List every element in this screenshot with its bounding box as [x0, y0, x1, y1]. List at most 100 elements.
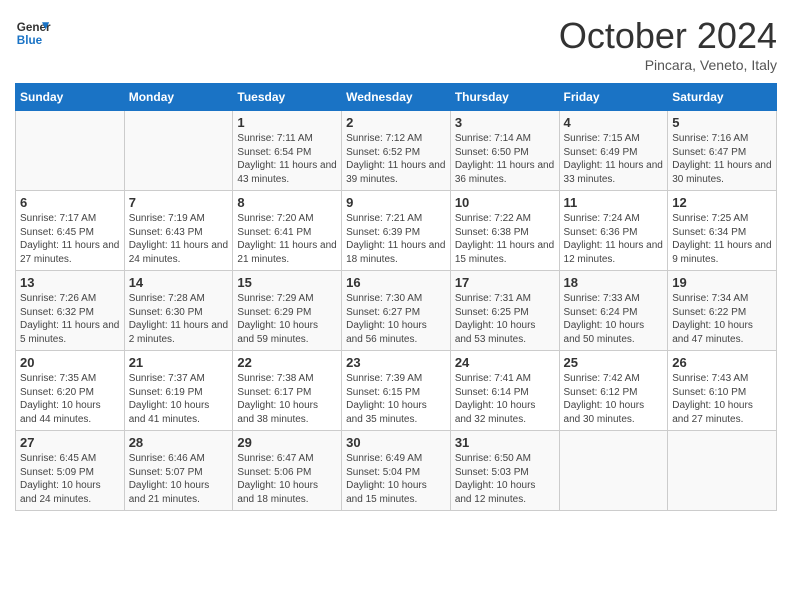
calendar-cell: 14Sunrise: 7:28 AM Sunset: 6:30 PM Dayli… — [124, 271, 233, 351]
calendar-week-5: 27Sunrise: 6:45 AM Sunset: 5:09 PM Dayli… — [16, 431, 777, 511]
column-header-friday: Friday — [559, 84, 668, 111]
day-content: Sunrise: 7:15 AM Sunset: 6:49 PM Dayligh… — [564, 132, 664, 186]
column-header-sunday: Sunday — [16, 84, 125, 111]
calendar-cell: 4Sunrise: 7:15 AM Sunset: 6:49 PM Daylig… — [559, 111, 668, 191]
day-content: Sunrise: 6:50 AM Sunset: 5:03 PM Dayligh… — [455, 452, 555, 506]
calendar-cell: 28 Sunrise: 6:46 AM Sunset: 5:07 PM Dayli… — [124, 431, 233, 511]
day-number: 3 — [455, 115, 555, 130]
day-content: Sunrise: 7:30 AM Sunset: 6:27 PM Dayligh… — [346, 292, 446, 346]
day-content: Sunrise: 7:21 AM Sunset: 6:39 PM Dayligh… — [346, 212, 446, 266]
day-number: 28 — [129, 435, 229, 450]
day-content: Sunrise: 7:38 AM Sunset: 6:17 PM Dayligh… — [237, 372, 337, 426]
day-number: 7 — [129, 195, 229, 210]
calendar-cell — [559, 431, 668, 511]
calendar-cell — [124, 111, 233, 191]
day-number: 5 — [672, 115, 772, 130]
logo-icon: General Blue — [15, 15, 51, 51]
calendar-cell: 30 Sunrise: 6:49 AM Sunset: 5:04 PM Dayli… — [342, 431, 451, 511]
calendar-cell: 2Sunrise: 7:12 AM Sunset: 6:52 PM Daylig… — [342, 111, 451, 191]
day-content: Sunrise: 7:31 AM Sunset: 6:25 PM Dayligh… — [455, 292, 555, 346]
column-header-saturday: Saturday — [668, 84, 777, 111]
day-number: 12 — [672, 195, 772, 210]
calendar-cell: 20 Sunrise: 7:35 AM Sunset: 6:20 PM Dayli… — [16, 351, 125, 431]
day-content: Sunrise: 7:39 AM Sunset: 6:15 PM Dayligh… — [346, 372, 446, 426]
calendar-cell: 15 Sunrise: 7:29 AM Sunset: 6:29 PM Dayli… — [233, 271, 342, 351]
calendar-cell: 10 Sunrise: 7:22 AM Sunset: 6:38 PM Dayli… — [450, 191, 559, 271]
day-content: Sunrise: 7:37 AM Sunset: 6:19 PM Dayligh… — [129, 372, 229, 426]
day-number: 29 — [237, 435, 337, 450]
calendar-cell: 21 Sunrise: 7:37 AM Sunset: 6:19 PM Dayli… — [124, 351, 233, 431]
column-header-thursday: Thursday — [450, 84, 559, 111]
calendar-week-2: 6 Sunrise: 7:17 AM Sunset: 6:45 PM Daylig… — [16, 191, 777, 271]
calendar-cell: 31 Sunrise: 6:50 AM Sunset: 5:03 PM Dayli… — [450, 431, 559, 511]
day-number: 10 — [455, 195, 555, 210]
calendar-cell: 18Sunrise: 7:33 AM Sunset: 6:24 PM Dayli… — [559, 271, 668, 351]
calendar-cell: 26 Sunrise: 7:43 AM Sunset: 6:10 PM Dayli… — [668, 351, 777, 431]
calendar-cell: 23 Sunrise: 7:39 AM Sunset: 6:15 PM Dayli… — [342, 351, 451, 431]
calendar-table: SundayMondayTuesdayWednesdayThursdayFrid… — [15, 83, 777, 511]
day-content: Sunrise: 7:33 AM Sunset: 6:24 PM Dayligh… — [564, 292, 664, 346]
calendar-cell: 1Sunrise: 7:11 AM Sunset: 6:54 PM Daylig… — [233, 111, 342, 191]
day-number: 8 — [237, 195, 337, 210]
day-content: Sunrise: 7:34 AM Sunset: 6:22 PM Dayligh… — [672, 292, 772, 346]
day-number: 15 — [237, 275, 337, 290]
day-content: Sunrise: 7:41 AM Sunset: 6:14 PM Dayligh… — [455, 372, 555, 426]
calendar-cell: 17 Sunrise: 7:31 AM Sunset: 6:25 PM Dayli… — [450, 271, 559, 351]
calendar-cell: 16Sunrise: 7:30 AM Sunset: 6:27 PM Dayli… — [342, 271, 451, 351]
calendar-cell: 22 Sunrise: 7:38 AM Sunset: 6:17 PM Dayli… — [233, 351, 342, 431]
calendar-header: SundayMondayTuesdayWednesdayThursdayFrid… — [16, 84, 777, 111]
day-number: 9 — [346, 195, 446, 210]
day-number: 17 — [455, 275, 555, 290]
calendar-cell: 29 Sunrise: 6:47 AM Sunset: 5:06 PM Dayli… — [233, 431, 342, 511]
calendar-cell: 7 Sunrise: 7:19 AM Sunset: 6:43 PM Daylig… — [124, 191, 233, 271]
day-content: Sunrise: 6:49 AM Sunset: 5:04 PM Dayligh… — [346, 452, 446, 506]
day-number: 30 — [346, 435, 446, 450]
day-content: Sunrise: 7:16 AM Sunset: 6:47 PM Dayligh… — [672, 132, 772, 186]
day-content: Sunrise: 7:43 AM Sunset: 6:10 PM Dayligh… — [672, 372, 772, 426]
day-content: Sunrise: 7:19 AM Sunset: 6:43 PM Dayligh… — [129, 212, 229, 266]
day-number: 26 — [672, 355, 772, 370]
calendar-cell: 12Sunrise: 7:25 AM Sunset: 6:34 PM Dayli… — [668, 191, 777, 271]
day-number: 6 — [20, 195, 120, 210]
day-content: Sunrise: 7:29 AM Sunset: 6:29 PM Dayligh… — [237, 292, 337, 346]
day-content: Sunrise: 7:12 AM Sunset: 6:52 PM Dayligh… — [346, 132, 446, 186]
day-number: 22 — [237, 355, 337, 370]
day-content: Sunrise: 6:46 AM Sunset: 5:07 PM Dayligh… — [129, 452, 229, 506]
day-content: Sunrise: 7:35 AM Sunset: 6:20 PM Dayligh… — [20, 372, 120, 426]
calendar-week-3: 13Sunrise: 7:26 AM Sunset: 6:32 PM Dayli… — [16, 271, 777, 351]
day-content: Sunrise: 6:47 AM Sunset: 5:06 PM Dayligh… — [237, 452, 337, 506]
calendar-cell: 27Sunrise: 6:45 AM Sunset: 5:09 PM Dayli… — [16, 431, 125, 511]
calendar-cell: 24Sunrise: 7:41 AM Sunset: 6:14 PM Dayli… — [450, 351, 559, 431]
column-header-wednesday: Wednesday — [342, 84, 451, 111]
calendar-body: 1Sunrise: 7:11 AM Sunset: 6:54 PM Daylig… — [16, 111, 777, 511]
day-content: Sunrise: 7:26 AM Sunset: 6:32 PM Dayligh… — [20, 292, 120, 346]
title-block: October 2024 Pincara, Veneto, Italy — [559, 15, 777, 73]
calendar-week-1: 1Sunrise: 7:11 AM Sunset: 6:54 PM Daylig… — [16, 111, 777, 191]
calendar-cell — [16, 111, 125, 191]
column-header-tuesday: Tuesday — [233, 84, 342, 111]
calendar-cell: 11 Sunrise: 7:24 AM Sunset: 6:36 PM Dayli… — [559, 191, 668, 271]
logo: General Blue — [15, 15, 51, 51]
day-content: Sunrise: 7:17 AM Sunset: 6:45 PM Dayligh… — [20, 212, 120, 266]
day-content: Sunrise: 7:24 AM Sunset: 6:36 PM Dayligh… — [564, 212, 664, 266]
calendar-cell: 8Sunrise: 7:20 AM Sunset: 6:41 PM Daylig… — [233, 191, 342, 271]
calendar-cell: 3Sunrise: 7:14 AM Sunset: 6:50 PM Daylig… — [450, 111, 559, 191]
calendar-cell — [668, 431, 777, 511]
calendar-cell: 9 Sunrise: 7:21 AM Sunset: 6:39 PM Daylig… — [342, 191, 451, 271]
day-number: 19 — [672, 275, 772, 290]
day-content: Sunrise: 6:45 AM Sunset: 5:09 PM Dayligh… — [20, 452, 120, 506]
calendar-cell: 13Sunrise: 7:26 AM Sunset: 6:32 PM Dayli… — [16, 271, 125, 351]
calendar-cell: 5 Sunrise: 7:16 AM Sunset: 6:47 PM Daylig… — [668, 111, 777, 191]
month-title: October 2024 — [559, 15, 777, 57]
calendar-week-4: 20 Sunrise: 7:35 AM Sunset: 6:20 PM Dayli… — [16, 351, 777, 431]
day-number: 21 — [129, 355, 229, 370]
day-number: 23 — [346, 355, 446, 370]
day-number: 25 — [564, 355, 664, 370]
calendar-cell: 25Sunrise: 7:42 AM Sunset: 6:12 PM Dayli… — [559, 351, 668, 431]
day-content: Sunrise: 7:22 AM Sunset: 6:38 PM Dayligh… — [455, 212, 555, 266]
day-number: 20 — [20, 355, 120, 370]
svg-text:Blue: Blue — [17, 34, 43, 47]
day-number: 31 — [455, 435, 555, 450]
calendar-cell: 6 Sunrise: 7:17 AM Sunset: 6:45 PM Daylig… — [16, 191, 125, 271]
day-number: 11 — [564, 195, 664, 210]
